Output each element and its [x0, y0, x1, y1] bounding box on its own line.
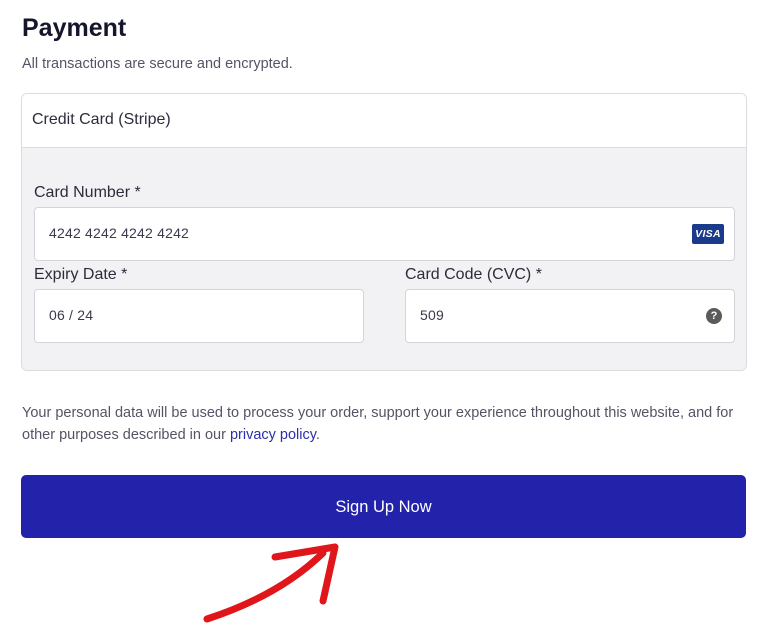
- curved-arrow-icon: [203, 543, 339, 623]
- payment-method-panel: Credit Card (Stripe) Card Number * 4242 …: [21, 93, 747, 371]
- payment-method-header[interactable]: Credit Card (Stripe): [22, 94, 746, 148]
- page-subtitle: All transactions are secure and encrypte…: [22, 56, 293, 72]
- privacy-notice: Your personal data will be used to proce…: [22, 402, 746, 446]
- question-circle-icon[interactable]: ?: [706, 308, 722, 324]
- card-number-value: 4242 4242 4242 4242: [49, 225, 190, 241]
- expiry-date-field[interactable]: 06 / 24: [34, 289, 364, 343]
- card-number-label: Card Number *: [34, 184, 141, 201]
- cvc-label: Card Code (CVC) *: [405, 266, 542, 283]
- payment-method-label: Credit Card (Stripe): [32, 111, 171, 128]
- privacy-text: Your personal data will be used to proce…: [22, 405, 734, 443]
- cvc-value: 509: [420, 307, 444, 323]
- card-number-field[interactable]: 4242 4242 4242 4242 VISA: [34, 207, 735, 261]
- privacy-policy-link[interactable]: privacy policy: [230, 427, 316, 443]
- cvc-field[interactable]: 509 ?: [405, 289, 735, 343]
- expiry-date-label: Expiry Date *: [34, 266, 128, 283]
- sign-up-now-button[interactable]: Sign Up Now: [21, 475, 746, 538]
- payment-page: Payment All transactions are secure and …: [0, 0, 768, 640]
- visa-icon: VISA: [692, 224, 724, 244]
- expiry-date-value: 06 / 24: [49, 307, 94, 323]
- page-title: Payment: [22, 14, 127, 42]
- privacy-text-end: .: [315, 427, 320, 443]
